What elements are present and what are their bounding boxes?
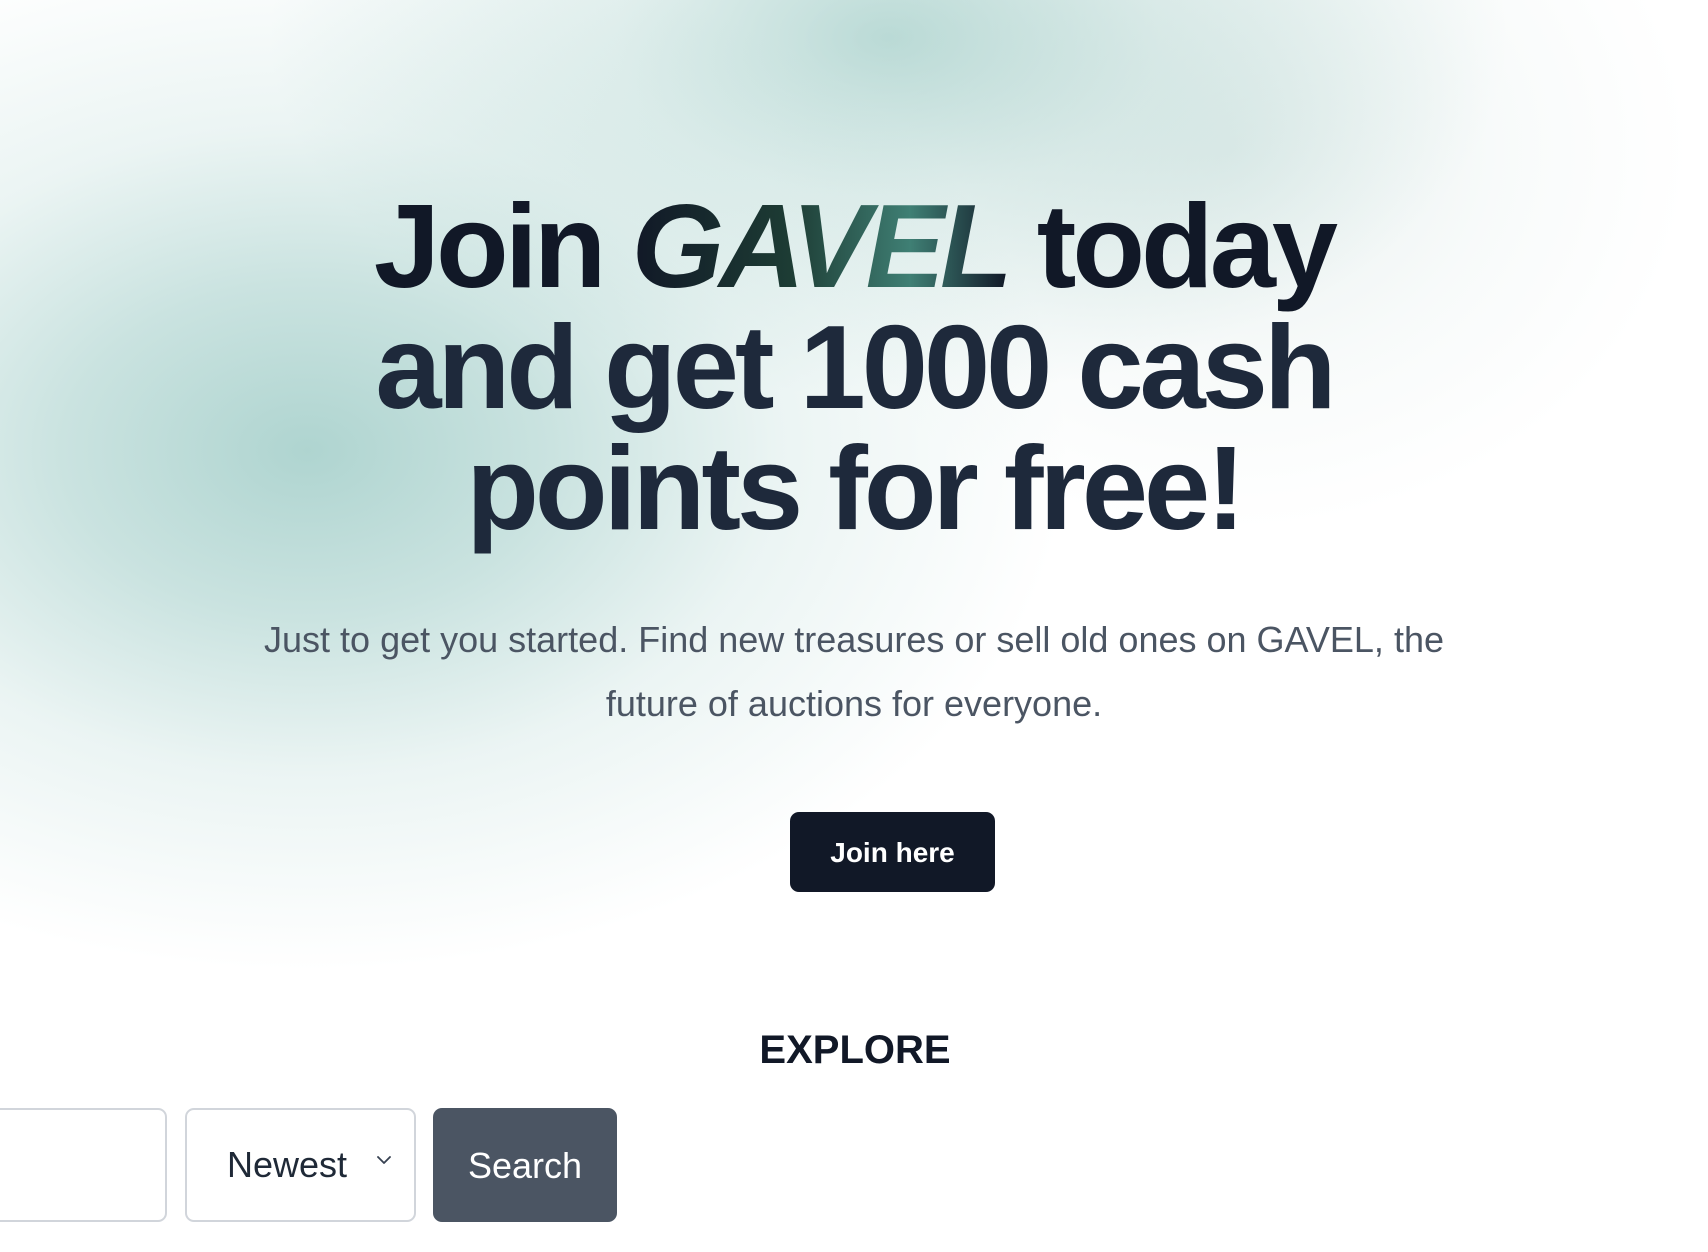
sort-select[interactable]: Newest bbox=[185, 1108, 416, 1222]
headline-today-text: today bbox=[1036, 180, 1338, 313]
explore-title: EXPLORE bbox=[759, 1028, 951, 1072]
search-button[interactable]: Search bbox=[433, 1108, 617, 1222]
headline-line-3: points for free! bbox=[466, 422, 1246, 555]
hero-headline: Join GAVEL today and get 1000 cash point… bbox=[354, 186, 1354, 549]
join-here-button[interactable]: Join here bbox=[790, 812, 995, 892]
hero-subtitle: Just to get you started. Find new treasu… bbox=[264, 619, 1444, 724]
explore-controls: Newest Search bbox=[0, 1108, 640, 1224]
page-root: Join GAVEL today and get 1000 cash point… bbox=[0, 0, 1708, 1252]
headline-line-2: and get 1000 cash bbox=[375, 301, 1336, 434]
chevron-down-icon bbox=[377, 1156, 391, 1164]
headline-line-1: Join GAVEL today bbox=[354, 186, 1354, 307]
sort-selected-value: Newest bbox=[227, 1144, 348, 1185]
brand-word: GAVEL bbox=[631, 180, 1013, 313]
hero-section: Join GAVEL today and get 1000 cash point… bbox=[0, 0, 1708, 1040]
headline-join-text: Join bbox=[373, 180, 607, 313]
search-input[interactable] bbox=[0, 1108, 167, 1222]
